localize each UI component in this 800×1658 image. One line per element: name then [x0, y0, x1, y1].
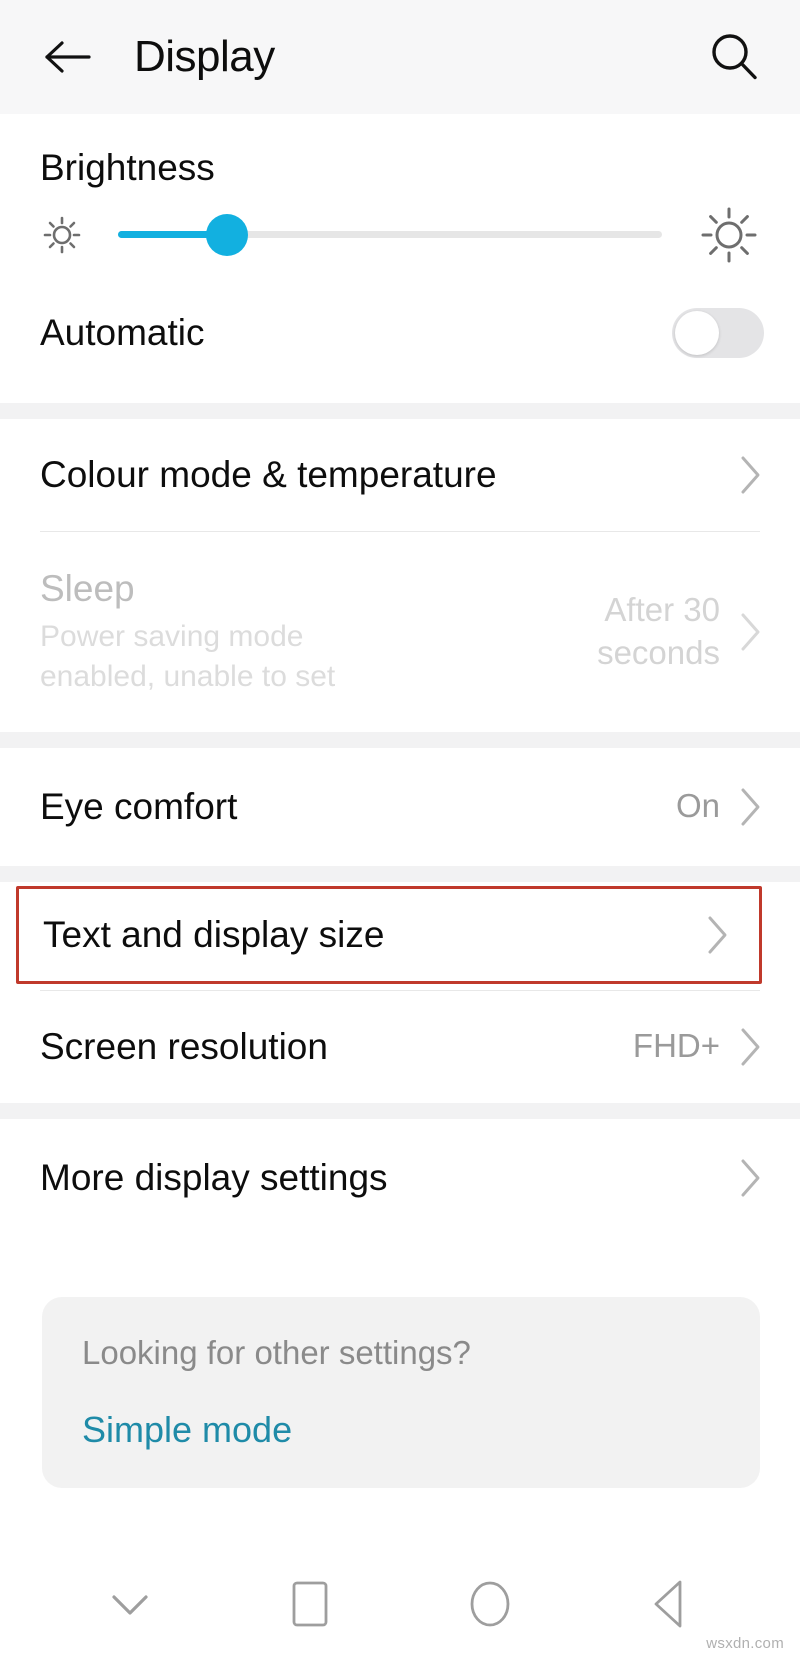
sleep-row: Sleep Power saving mode enabled, unable …	[0, 531, 800, 732]
more-display-settings-row[interactable]: More display settings	[0, 1118, 800, 1237]
brightness-thumb[interactable]	[205, 213, 248, 256]
more-display-settings-texts: More display settings	[40, 1155, 724, 1200]
text-and-display-size-texts: Text and display size	[43, 912, 691, 957]
recents-button[interactable]	[262, 1564, 358, 1644]
text-display-size-highlight-wrap: Text and display size	[0, 882, 800, 984]
chevron-right-icon	[741, 788, 760, 826]
display-settings-screen: Display Brightness Automatic Colour mode…	[0, 0, 800, 1658]
brightness-track[interactable]	[118, 213, 662, 256]
automatic-toggle-knob	[675, 310, 719, 355]
automatic-toggle[interactable]	[672, 307, 764, 358]
sleep-subtitle: Power saving mode enabled, unable to set	[40, 620, 336, 694]
screen-resolution-value: FHD+	[632, 1027, 720, 1065]
text-resolution-section: Text and display size Screen resolution …	[0, 881, 800, 1103]
system-navigation-bar	[0, 1550, 800, 1658]
search-button[interactable]	[704, 27, 764, 87]
hide-keyboard-button[interactable]	[82, 1564, 178, 1644]
brightness-high-sun-icon	[701, 207, 757, 263]
section-separator-2	[0, 731, 800, 748]
brightness-slider-row[interactable]	[0, 189, 800, 285]
eye-comfort-texts: Eye comfort	[40, 784, 676, 829]
other-settings-card-title: Looking for other settings?	[82, 1333, 471, 1371]
back-button[interactable]	[40, 29, 96, 85]
automatic-label: Automatic	[40, 312, 205, 354]
search-icon	[712, 34, 757, 80]
eye-comfort-section: Eye comfort On	[0, 747, 800, 866]
automatic-texts: Automatic	[40, 310, 672, 355]
square-icon	[292, 1581, 328, 1627]
chevron-right-icon	[741, 613, 760, 651]
chevron-right-icon	[741, 456, 760, 494]
page-title: Display	[134, 32, 275, 81]
sleep-texts: Sleep Power saving mode enabled, unable …	[40, 566, 534, 697]
brightness-low-sun-icon	[43, 216, 81, 253]
more-display-settings-label: More display settings	[40, 1157, 388, 1199]
screen-resolution-texts: Screen resolution	[40, 1024, 633, 1069]
eye-comfort-value: On	[675, 787, 720, 825]
automatic-brightness-row[interactable]: Automatic	[0, 284, 800, 381]
simple-mode-link[interactable]: Simple mode	[82, 1410, 720, 1450]
triangle-left-icon	[654, 1580, 682, 1628]
colour-mode-row[interactable]: Colour mode & temperature	[0, 418, 800, 531]
other-settings-card: Looking for other settings? Simple mode	[42, 1296, 760, 1488]
arrow-left-icon	[45, 41, 91, 73]
home-button[interactable]	[442, 1564, 538, 1644]
chevron-right-icon	[708, 916, 727, 954]
colour-mode-label: Colour mode & temperature	[40, 454, 497, 496]
section-separator-1	[0, 402, 800, 419]
app-header: Display	[0, 0, 800, 114]
sleep-value: After 30 seconds	[597, 590, 720, 671]
screen-resolution-row[interactable]: Screen resolution FHD+	[0, 990, 800, 1103]
chevron-down-icon	[112, 1595, 148, 1615]
brightness-section: Brightness Automatic	[0, 114, 800, 403]
chevron-right-icon	[741, 1159, 760, 1197]
eye-comfort-row[interactable]: Eye comfort On	[0, 747, 800, 866]
section-separator-4	[0, 1102, 800, 1119]
eye-comfort-label: Eye comfort	[40, 786, 238, 828]
red-highlight-box: Text and display size	[16, 885, 762, 984]
more-settings-section: More display settings	[0, 1118, 800, 1237]
text-and-display-size-row[interactable]: Text and display size	[19, 888, 759, 981]
text-and-display-size-label: Text and display size	[43, 914, 385, 956]
circle-icon	[470, 1581, 510, 1627]
section-separator-3	[0, 865, 800, 882]
sleep-label: Sleep	[40, 568, 135, 610]
watermark: wsxdn.com	[706, 1635, 784, 1652]
colour-mode-texts: Colour mode & temperature	[40, 452, 724, 497]
brightness-title: Brightness	[40, 147, 215, 188]
chevron-right-icon	[741, 1028, 760, 1066]
back-button[interactable]	[622, 1564, 718, 1644]
screen-resolution-label: Screen resolution	[40, 1026, 328, 1068]
colour-sleep-section: Colour mode & temperature Sleep Power sa…	[0, 418, 800, 732]
